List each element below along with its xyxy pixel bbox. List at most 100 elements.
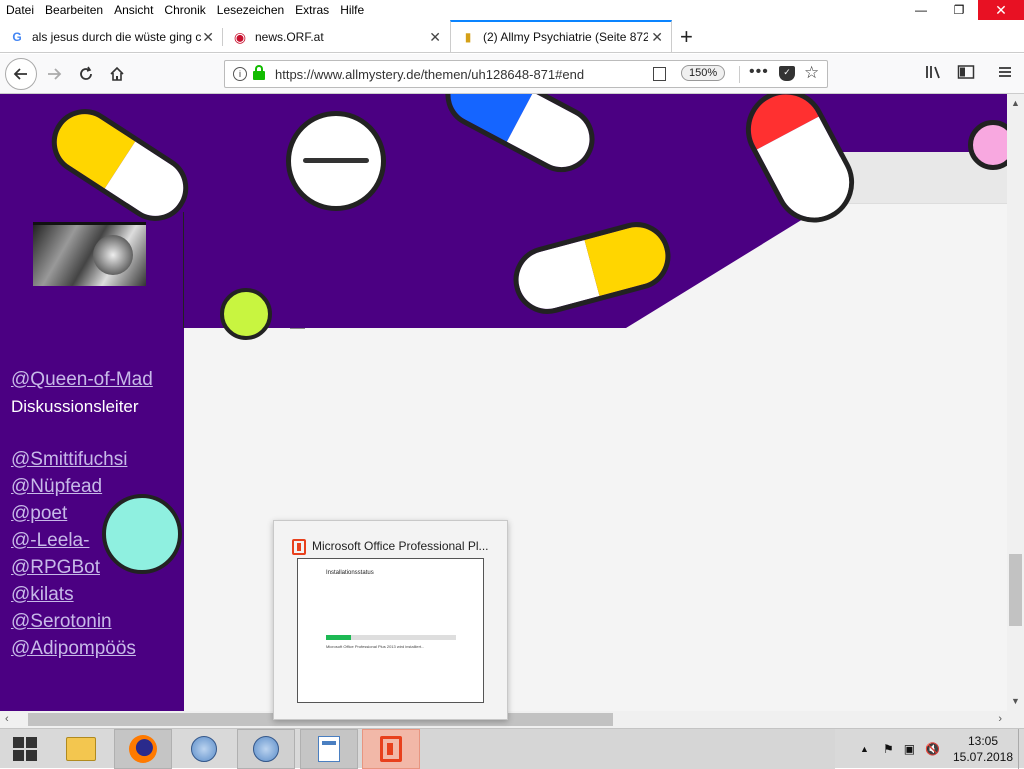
tab-title: als jesus durch die wüste ging c bbox=[32, 30, 202, 44]
firefox-icon bbox=[129, 735, 157, 763]
start-button[interactable] bbox=[0, 729, 50, 769]
windows-logo-icon bbox=[13, 737, 37, 761]
scrollbar-corner bbox=[1007, 711, 1024, 728]
lock-icon[interactable] bbox=[253, 65, 265, 80]
mention-link[interactable]: @Adipompöös bbox=[11, 635, 153, 662]
reload-button[interactable] bbox=[72, 60, 100, 88]
menu-datei[interactable]: Datei bbox=[0, 3, 39, 17]
hamburger-menu-icon[interactable] bbox=[997, 64, 1013, 85]
url-text[interactable]: https://www.allmystery.de/themen/uh12864… bbox=[275, 67, 615, 82]
taskbar-explorer[interactable] bbox=[55, 729, 107, 769]
divider bbox=[290, 328, 305, 329]
tab-title: (2) Allmy Psychiatrie (Seite 872) bbox=[483, 30, 648, 44]
close-window-button[interactable]: ✕ bbox=[978, 0, 1024, 20]
mention-link[interactable]: @poet bbox=[11, 500, 153, 527]
allmystery-icon: ▮ bbox=[464, 30, 472, 44]
volume-muted-icon[interactable]: 🔇 bbox=[925, 742, 940, 756]
clock-time: 13:05 bbox=[967, 734, 999, 748]
orf-icon: ◉ bbox=[233, 28, 247, 45]
menu-bearbeiten[interactable]: Bearbeiten bbox=[39, 3, 108, 17]
navigation-bar: i https://www.allmystery.de/themen/uh128… bbox=[0, 54, 1024, 94]
tab-google-search[interactable]: G als jesus durch die wüste ging c ✕ bbox=[0, 22, 222, 52]
reader-view-icon[interactable] bbox=[653, 67, 666, 81]
tablet-decoration bbox=[286, 111, 386, 211]
tray-overflow-icon[interactable]: ▲ bbox=[860, 744, 869, 754]
scroll-left-icon[interactable]: ‹ bbox=[5, 713, 9, 725]
tab-title: news.ORF.at bbox=[255, 30, 324, 44]
scroll-right-icon[interactable]: › bbox=[998, 713, 1002, 725]
document-icon bbox=[318, 736, 340, 762]
user-avatar[interactable] bbox=[33, 222, 146, 286]
mention-link[interactable]: @Nüpfead bbox=[11, 473, 153, 500]
tab-close-icon[interactable]: ✕ bbox=[202, 29, 214, 46]
install-progress-bar bbox=[326, 635, 456, 640]
arrow-left-icon bbox=[13, 68, 27, 80]
home-icon bbox=[110, 66, 124, 81]
library-icon[interactable] bbox=[925, 64, 943, 85]
forward-button[interactable] bbox=[40, 60, 68, 88]
taskbar-app[interactable] bbox=[237, 729, 295, 769]
url-bar[interactable]: i https://www.allmystery.de/themen/uh128… bbox=[224, 60, 828, 88]
taskbar-app[interactable] bbox=[178, 729, 230, 769]
bookmark-star-icon[interactable]: ☆ bbox=[804, 63, 819, 83]
scroll-down-icon[interactable]: ▼ bbox=[1011, 696, 1020, 706]
menu-lesezeichen[interactable]: Lesezeichen bbox=[211, 3, 289, 17]
clock-date: 15.07.2018 bbox=[952, 750, 1014, 764]
mention-link[interactable]: @Serotonin bbox=[11, 608, 153, 635]
pill-decoration bbox=[220, 288, 272, 340]
tab-news-orf[interactable]: ◉ news.ORF.at ✕ bbox=[223, 22, 449, 52]
home-button[interactable] bbox=[103, 60, 131, 88]
tab-bar: G als jesus durch die wüste ging c ✕ ◉ n… bbox=[0, 20, 1024, 53]
taskbar-preview[interactable]: Microsoft Office Professional Pl... Inst… bbox=[273, 520, 508, 720]
system-tray: ▲ ⚑ ▣ 🔇 13:05 15.07.2018 bbox=[860, 729, 1024, 769]
pocket-icon[interactable]: ✓ bbox=[779, 66, 795, 81]
taskbar-office[interactable] bbox=[362, 729, 420, 769]
office-icon bbox=[292, 539, 306, 555]
clock[interactable]: 13:05 15.07.2018 bbox=[948, 733, 1018, 765]
arrow-right-icon bbox=[48, 68, 62, 80]
globe-icon bbox=[191, 736, 217, 762]
page-actions-icon[interactable]: ••• bbox=[749, 63, 769, 81]
taskbar-empty bbox=[420, 729, 835, 769]
vertical-scrollbar[interactable]: ▲ ▼ bbox=[1007, 94, 1024, 711]
info-icon[interactable]: i bbox=[233, 67, 247, 81]
menu-hilfe[interactable]: Hilfe bbox=[334, 3, 369, 17]
divider bbox=[840, 203, 1007, 204]
mention-link[interactable]: @-Leela- bbox=[11, 527, 153, 554]
menu-extras[interactable]: Extras bbox=[289, 3, 334, 17]
menu-bar: Datei Bearbeiten Ansicht Chronik Lesezei… bbox=[0, 0, 1024, 20]
zoom-level[interactable]: 150% bbox=[681, 65, 726, 81]
back-button[interactable] bbox=[5, 58, 37, 90]
flag-icon[interactable]: ⚑ bbox=[883, 742, 894, 756]
taskbar-firefox[interactable] bbox=[114, 729, 172, 769]
network-icon[interactable]: ▣ bbox=[904, 742, 915, 756]
menu-chronik[interactable]: Chronik bbox=[158, 3, 210, 17]
mention-link[interactable]: @RPGBot bbox=[11, 554, 153, 581]
mention-link[interactable]: @kilats bbox=[11, 581, 153, 608]
scroll-up-icon[interactable]: ▲ bbox=[1011, 98, 1020, 108]
google-icon: G bbox=[12, 30, 22, 44]
mention-link[interactable]: @Smittifuchsi bbox=[11, 446, 153, 473]
folder-icon bbox=[66, 737, 96, 761]
preview-title: Microsoft Office Professional Pl... bbox=[312, 539, 489, 553]
taskbar: ▲ ⚑ ▣ 🔇 13:05 15.07.2018 bbox=[0, 728, 1024, 769]
restore-button[interactable]: ❐ bbox=[940, 0, 978, 20]
scroll-thumb[interactable] bbox=[1009, 554, 1022, 626]
tab-close-icon[interactable]: ✕ bbox=[429, 29, 441, 46]
divider bbox=[183, 212, 184, 328]
taskbar-wordpad[interactable] bbox=[300, 729, 358, 769]
new-tab-button[interactable]: + bbox=[680, 24, 693, 50]
show-desktop-button[interactable] bbox=[1018, 729, 1024, 769]
sidebar-toggle-icon[interactable] bbox=[957, 64, 975, 85]
preview-thumbnail[interactable]: Installationsstatus Microsoft Office Pro… bbox=[297, 558, 484, 703]
globe-icon bbox=[253, 736, 279, 762]
office-icon bbox=[380, 736, 402, 762]
tab-close-icon[interactable]: ✕ bbox=[651, 29, 663, 46]
install-message: Microsoft Office Professional Plus 2013 … bbox=[326, 644, 425, 649]
mention-link[interactable]: @Queen-of-Mad bbox=[11, 366, 153, 393]
mention-list: @Queen-of-Mad Diskussionsleiter @Smittif… bbox=[11, 366, 153, 662]
minimize-button[interactable]: — bbox=[902, 0, 940, 20]
url-separator bbox=[739, 66, 740, 83]
tab-allmystery[interactable]: ▮ (2) Allmy Psychiatrie (Seite 872) ✕ bbox=[450, 20, 672, 52]
menu-ansicht[interactable]: Ansicht bbox=[108, 3, 158, 17]
